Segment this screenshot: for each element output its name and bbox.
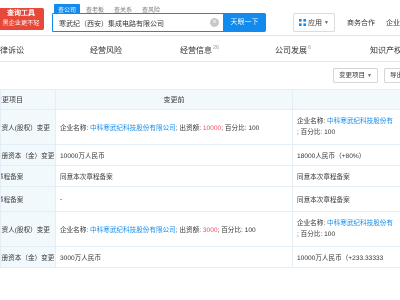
tab-business-info[interactable]: 经营信息26 bbox=[180, 45, 219, 56]
apps-label: 应用 bbox=[308, 19, 322, 27]
company-link[interactable]: 中科寒武纪科技股份有 bbox=[327, 220, 393, 227]
before-value: 10000万人民币 bbox=[55, 144, 293, 166]
tab-business-info-count: 26 bbox=[213, 45, 220, 51]
apps-dropdown[interactable]: 应用 ▼ bbox=[293, 13, 335, 32]
after-value: 企业名称: 中科寒武纪科技股份有 ; 百分比: 100 bbox=[292, 109, 400, 145]
before-value: 企业名称: 中科寒武纪科技股份有限公司; 出资额: 10000; 百分比: 10… bbox=[55, 109, 293, 145]
after-value: 企业名称: 中科寒武纪科技股份有 ; 百分比: 100 bbox=[292, 211, 400, 247]
tab-legal[interactable]: 法律诉讼 bbox=[0, 45, 24, 56]
before-prefix: 企业名称: bbox=[60, 125, 91, 132]
table-row: 投资人(股权）变更 企业名称: 中科寒武纪科技股份有限公司; 出资额: 3000… bbox=[0, 211, 400, 247]
table-row: 注册资本（金）变更 3000万人民币 10000万人民币（+233.33333 bbox=[0, 246, 400, 268]
export-label: 导出 bbox=[390, 72, 400, 79]
before-suffix: ; 百分比: 100 bbox=[221, 125, 260, 132]
before-value: 3000万人民币 bbox=[55, 246, 293, 268]
tab-legal-label: 法律诉讼 bbox=[0, 46, 24, 55]
tab-business-info-label: 经营信息 bbox=[180, 46, 212, 55]
logo-line-2: 黑企业更不轻 bbox=[2, 20, 40, 27]
logo-line-1: 查询工具 bbox=[7, 10, 35, 17]
chevron-down-icon: ▼ bbox=[367, 73, 372, 79]
search-button[interactable]: 天眼一下 bbox=[223, 13, 266, 32]
table-row: 注册资本（金）变更 10000万人民币 18000人民币（+80%） bbox=[0, 144, 400, 166]
tab-operation-risk[interactable]: 经营风险 bbox=[90, 45, 122, 56]
before-value: 企业名称: 中科寒武纪科技股份有限公司; 出资额: 3000; 百分比: 100 bbox=[55, 211, 293, 247]
after-value: 同意本次章程备案 bbox=[292, 186, 400, 212]
module-tabs: 法律诉讼 经营风险 经营信息26 公司发展6 知识产权 bbox=[0, 36, 400, 62]
export-button[interactable]: 导出 bbox=[384, 68, 400, 83]
change-project-filter[interactable]: 变更项目 ▼ bbox=[333, 68, 378, 83]
after-prefix: 企业名称: bbox=[297, 118, 328, 125]
tab-development-count: 6 bbox=[308, 45, 312, 51]
after-value: 10000万人民币（+233.33333 bbox=[292, 246, 400, 268]
enterprise-link[interactable]: 企业 bbox=[386, 18, 400, 28]
search-input[interactable]: 寒武纪（西安）集成电路有限公司 × bbox=[52, 13, 224, 32]
change-item: 投资人(股权）变更 bbox=[0, 109, 56, 145]
after-value: 18000人民币（+80%） bbox=[292, 144, 400, 166]
header-after bbox=[292, 89, 400, 110]
before-value: - bbox=[55, 186, 293, 212]
change-item: 章程备案 bbox=[0, 165, 56, 187]
tab-development[interactable]: 公司发展6 bbox=[275, 45, 311, 56]
table-row: 投资人(股权）变更 企业名称: 中科寒武纪科技股份有限公司; 出资额: 1000… bbox=[0, 109, 400, 145]
after-line2: ; 百分比: 100 bbox=[297, 129, 336, 136]
before-mid: ; 出资额: bbox=[175, 125, 203, 132]
grid-icon bbox=[299, 19, 306, 26]
after-prefix: 企业名称: bbox=[297, 220, 328, 227]
before-suffix: ; 百分比: 100 bbox=[217, 227, 256, 234]
brand-logo[interactable]: 查询工具 黑企业更不轻 bbox=[0, 8, 44, 30]
after-value: 同意本次章程备案 bbox=[292, 165, 400, 187]
table-row: 章程备案 同意本次章程备案 同意本次章程备案 bbox=[0, 165, 400, 187]
after-line2: ; 百分比: 100 bbox=[297, 231, 336, 238]
company-link[interactable]: 中科寒武纪科技股份有限公司 bbox=[90, 227, 176, 234]
tab-development-label: 公司发展 bbox=[275, 46, 307, 55]
tab-ip-label: 知识产权 bbox=[370, 46, 400, 55]
business-cooperation-link[interactable]: 商务合作 bbox=[347, 18, 375, 28]
before-value: 同意本次章程备案 bbox=[55, 165, 293, 187]
change-project-filter-label: 变更项目 bbox=[339, 72, 365, 79]
table-row: 章程备案 - 同意本次章程备案 bbox=[0, 186, 400, 212]
tab-ip[interactable]: 知识产权 bbox=[370, 45, 400, 56]
change-item: 注册资本（金）变更 bbox=[0, 246, 56, 268]
change-record-table: 变更项目 变更前 投资人(股权）变更 企业名称: 中科寒武纪科技股份有限公司; … bbox=[0, 89, 400, 268]
header-before: 变更前 bbox=[55, 89, 293, 110]
chevron-down-icon: ▼ bbox=[324, 19, 329, 26]
before-amount: 3000 bbox=[202, 227, 218, 234]
tab-operation-risk-label: 经营风险 bbox=[90, 46, 122, 55]
company-link[interactable]: 中科寒武纪科技股份有 bbox=[327, 118, 393, 125]
top-bar: 查询工具 黑企业更不轻 查公司 查老板 查关系 查风险 寒武纪（西安）集成电路有… bbox=[0, 0, 400, 36]
change-item: 投资人(股权）变更 bbox=[0, 211, 56, 247]
table-header-row: 变更项目 变更前 bbox=[0, 89, 400, 110]
search-input-value: 寒武纪（西安）集成电路有限公司 bbox=[59, 21, 164, 28]
change-item: 章程备案 bbox=[0, 186, 56, 212]
before-amount: 10000 bbox=[202, 125, 222, 132]
clear-icon[interactable]: × bbox=[210, 18, 219, 27]
header-change-item: 变更项目 bbox=[0, 89, 56, 110]
change-item: 注册资本（金）变更 bbox=[0, 144, 56, 166]
before-mid: ; 出资额: bbox=[175, 227, 203, 234]
before-prefix: 企业名称: bbox=[60, 227, 91, 234]
company-link[interactable]: 中科寒武纪科技股份有限公司 bbox=[90, 125, 176, 132]
